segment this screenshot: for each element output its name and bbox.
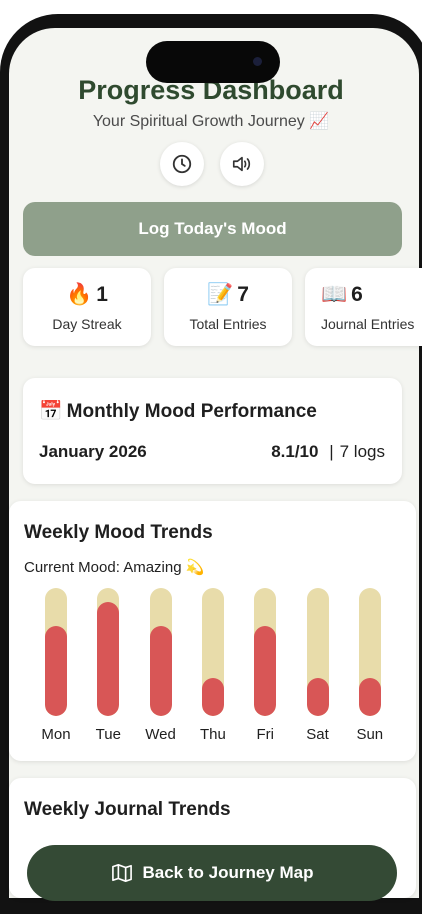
- fire-icon: 🔥: [66, 283, 93, 306]
- calendar-icon: 📅: [39, 401, 63, 422]
- mood-bar-track: [201, 588, 224, 716]
- day-label: Wed: [145, 726, 176, 743]
- stat-card-total-entries: 📝 7 Total Entries: [164, 268, 292, 346]
- history-button[interactable]: [160, 142, 204, 186]
- camera-dot: [253, 57, 262, 66]
- mood-bar-fill: [201, 678, 224, 716]
- speaker-icon: [232, 156, 251, 172]
- mood-bar-thu: Thu: [183, 588, 243, 748]
- mood-bar-track: [306, 588, 329, 716]
- audio-button[interactable]: [220, 142, 264, 186]
- mood-bar-track: [149, 588, 172, 716]
- book-icon: 📖: [321, 283, 348, 306]
- mood-bar-fill: [358, 678, 381, 716]
- day-label: Thu: [199, 726, 226, 743]
- mood-bar-fill: [254, 626, 277, 716]
- stat-value: 7: [237, 283, 249, 306]
- day-label: Mon: [41, 726, 71, 743]
- stat-label: Journal Entries: [321, 316, 415, 332]
- mood-bar-fill: [45, 626, 67, 716]
- stat-card-day-streak: 🔥 1 Day Streak: [23, 268, 151, 346]
- day-label: Sun: [356, 726, 384, 743]
- mood-bar-sun: Sun: [340, 588, 400, 748]
- back-to-journey-map-button[interactable]: Back to Journey Map: [27, 845, 397, 901]
- weekly-mood-trends-card: Weekly Mood Trends Current Mood: Amazing…: [9, 501, 416, 761]
- monthly-performance-card: 📅 Monthly Mood Performance January 2026 8…: [23, 378, 402, 484]
- score-separator: |: [329, 442, 334, 461]
- stat-card-journal-entries: 📖 6 Journal Entries: [305, 268, 422, 346]
- mood-bar-fill: [306, 678, 329, 716]
- mood-bar-track: [254, 588, 277, 716]
- mood-bar-fill: [149, 626, 172, 716]
- stat-label: Total Entries: [189, 316, 267, 332]
- current-mood: Current Mood: Amazing 💫: [24, 559, 205, 576]
- stat-label: Day Streak: [52, 316, 122, 332]
- stat-value: 6: [351, 283, 363, 306]
- clock-icon: [172, 154, 192, 174]
- mood-bar-sat: Sat: [288, 588, 348, 748]
- weekly-mood-title: Weekly Mood Trends: [24, 522, 213, 543]
- mood-bar-track: [358, 588, 381, 716]
- day-label: Tue: [95, 726, 121, 743]
- mood-bar-tue: Tue: [78, 588, 138, 748]
- map-icon: [111, 864, 132, 882]
- monthly-logs: 7 logs: [339, 442, 385, 461]
- mood-bar-fri: Fri: [235, 588, 295, 748]
- monthly-title: Monthly Mood Performance: [66, 401, 317, 422]
- memo-icon: 📝: [207, 283, 234, 306]
- mood-bar-mon: Mon: [26, 588, 86, 748]
- mood-bar-wed: Wed: [131, 588, 191, 748]
- stat-value: 1: [96, 283, 108, 306]
- log-mood-button[interactable]: Log Today's Mood: [23, 202, 402, 256]
- monthly-score: 8.1/10: [271, 442, 319, 461]
- mood-bar-track: [45, 588, 67, 716]
- monthly-month: January 2026: [39, 442, 147, 461]
- mood-bar-fill: [97, 602, 120, 716]
- back-button-label: Back to Journey Map: [142, 863, 314, 882]
- page-subtitle: Your Spiritual Growth Journey 📈: [92, 113, 330, 130]
- dynamic-island: [146, 41, 280, 83]
- weekly-journal-title: Weekly Journal Trends: [24, 799, 231, 820]
- day-label: Sat: [306, 726, 329, 743]
- mood-bar-track: [97, 588, 120, 716]
- day-label: Fri: [256, 726, 274, 743]
